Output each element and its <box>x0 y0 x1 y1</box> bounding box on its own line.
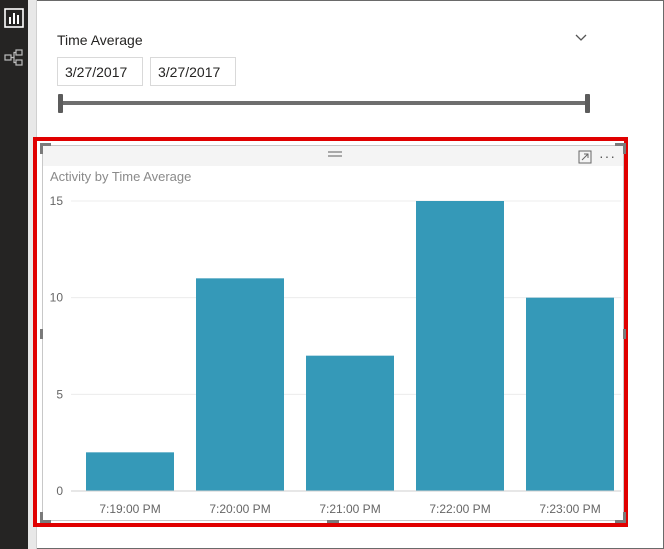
bar[interactable] <box>196 278 284 491</box>
bar[interactable] <box>526 297 614 491</box>
resize-handle-left[interactable] <box>40 329 43 339</box>
model-view-button[interactable] <box>0 42 28 74</box>
report-view-icon <box>4 8 24 28</box>
x-tick-label: 7:21:00 PM <box>319 502 380 516</box>
bar[interactable] <box>306 355 394 491</box>
x-tick-label: 7:23:00 PM <box>539 502 600 516</box>
resize-corner-bottom-left[interactable] <box>40 512 51 523</box>
resize-corner-top-left[interactable] <box>40 143 51 154</box>
bar[interactable] <box>416 201 504 491</box>
slicer-title: Time Average <box>57 32 143 48</box>
y-tick-label: 15 <box>50 194 64 208</box>
date-range-slider-track[interactable] <box>61 101 588 105</box>
slider-start-handle[interactable] <box>58 94 63 113</box>
resize-corner-top-right[interactable] <box>615 143 626 154</box>
nav-rail <box>0 0 28 549</box>
x-tick-label: 7:20:00 PM <box>209 502 270 516</box>
start-date-input[interactable]: 3/27/2017 <box>57 57 143 86</box>
x-tick-label: 7:19:00 PM <box>99 502 160 516</box>
slider-end-handle[interactable] <box>585 94 590 113</box>
end-date-input[interactable]: 3/27/2017 <box>150 57 236 86</box>
resize-corner-bottom-right[interactable] <box>615 512 626 523</box>
report-view-button[interactable] <box>0 2 28 34</box>
resize-handle-right[interactable] <box>623 329 626 339</box>
model-view-icon <box>4 49 23 66</box>
chevron-down-icon[interactable] <box>574 31 588 45</box>
y-tick-label: 0 <box>56 484 63 498</box>
bar[interactable] <box>86 452 174 491</box>
chart-plot-area: 0 5 10 15 7:19:00 PM 7:20:00 PM 7:21:00 PM 7:22… <box>50 194 621 516</box>
x-tick-label: 7:22:00 PM <box>429 502 490 516</box>
y-tick-label: 10 <box>50 291 64 305</box>
y-tick-label: 5 <box>56 387 63 401</box>
resize-handle-bottom[interactable] <box>327 520 339 523</box>
bar-chart-visual[interactable]: ··· Activity by Time Average 0 5 10 15 7:19:… <box>40 143 626 523</box>
